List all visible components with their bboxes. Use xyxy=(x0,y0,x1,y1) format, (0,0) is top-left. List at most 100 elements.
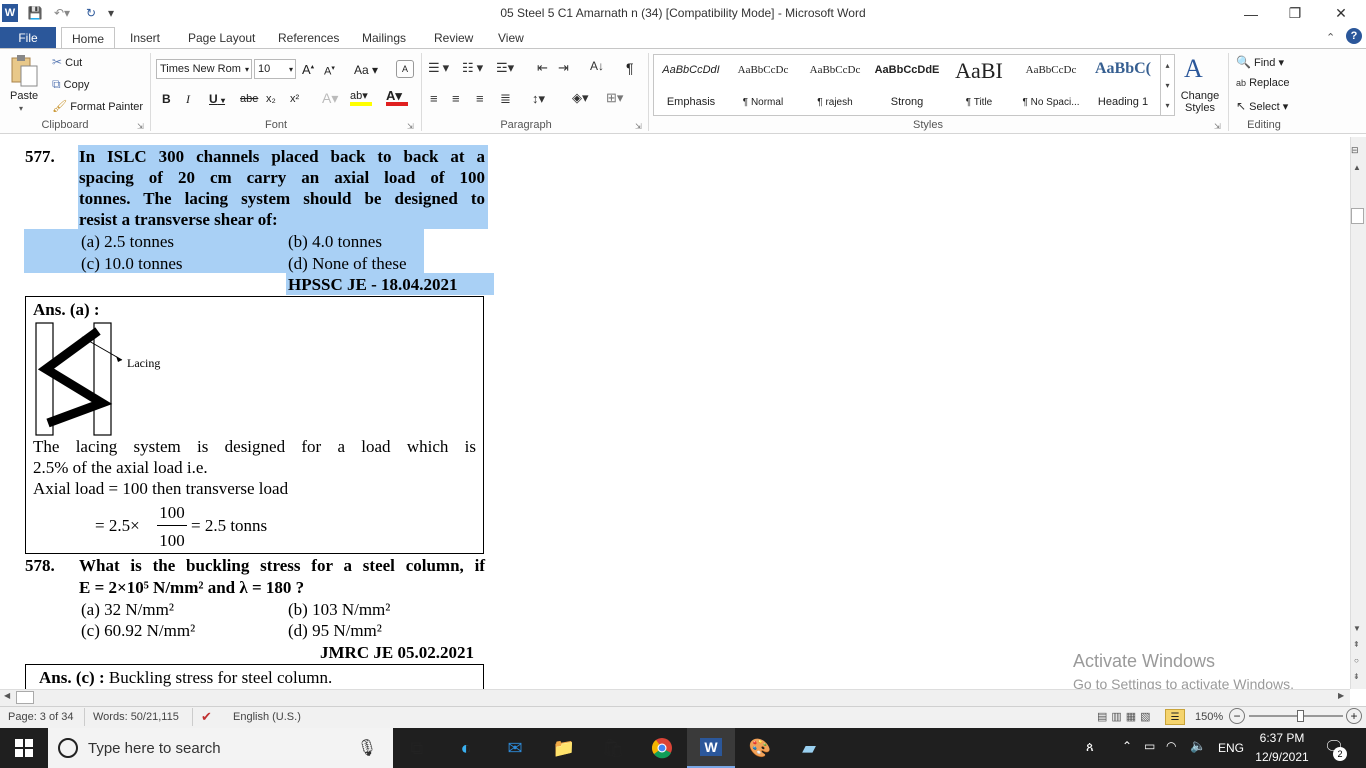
paste-dropdown-icon[interactable]: ▾ xyxy=(19,104,23,113)
highlight-color-icon[interactable]: ab▾ xyxy=(350,89,372,107)
app-icon[interactable]: ▰ xyxy=(785,728,833,768)
horizontal-scrollbar[interactable] xyxy=(0,689,1350,706)
font-size-combo[interactable]: 10 ▾ xyxy=(254,59,296,79)
proofing-icon[interactable]: ✔ xyxy=(201,709,212,725)
store-icon[interactable]: 🛍 xyxy=(589,728,637,768)
font-launcher-icon[interactable]: ⇲ xyxy=(407,122,414,131)
replace-button[interactable]: ab Replace xyxy=(1236,77,1289,89)
font-family-combo[interactable]: Times New Rom ▾ xyxy=(156,59,252,79)
file-explorer-icon[interactable]: 📁 xyxy=(540,728,588,768)
change-case-button[interactable]: Aa ▾ xyxy=(354,63,378,77)
tab-references[interactable]: References xyxy=(268,27,349,49)
grow-font-button[interactable]: A▴ xyxy=(302,62,314,77)
scroll-left-icon[interactable]: ◀ xyxy=(4,691,10,700)
align-left-icon[interactable]: ≡ xyxy=(430,91,438,106)
zoom-level[interactable]: 150% xyxy=(1195,711,1223,723)
sort-icon[interactable]: A↓ xyxy=(590,59,604,73)
copy-button[interactable]: ⧉ Copy xyxy=(52,77,89,92)
horizontal-scroll-thumb[interactable] xyxy=(16,691,34,704)
task-view-icon[interactable]: ⧉ xyxy=(393,728,441,768)
paint-icon[interactable]: 🎨 xyxy=(736,728,784,768)
increase-indent-icon[interactable]: ⇥ xyxy=(558,60,569,76)
italic-button[interactable]: I xyxy=(186,92,190,107)
scroll-right-icon[interactable]: ▶ xyxy=(1338,691,1344,700)
styles-scroll[interactable]: ▴ ▾ ▾ xyxy=(1160,55,1174,115)
people-icon[interactable]: ጰ xyxy=(1086,739,1094,755)
style-no-spacing[interactable]: AaBbCcDc ¶ No Spaci... xyxy=(1016,56,1086,114)
format-painter-button[interactable]: 🖌 Format Painter xyxy=(52,99,143,113)
minimize-ribbon-icon[interactable]: ⌃ xyxy=(1326,31,1335,44)
taskbar-search-box[interactable]: Type here to search 🎙 xyxy=(48,728,393,768)
tab-page-layout[interactable]: Page Layout xyxy=(178,27,265,49)
word-count[interactable]: Words: 50/21,115 xyxy=(93,711,179,723)
input-language[interactable]: ENG xyxy=(1218,741,1244,755)
style-rajesh[interactable]: AaBbCcDc ¶ rajesh xyxy=(800,56,870,114)
tab-review[interactable]: Review xyxy=(424,27,483,49)
clear-formatting-icon[interactable]: A xyxy=(396,60,414,78)
paragraph-launcher-icon[interactable]: ⇲ xyxy=(635,122,642,131)
align-right-icon[interactable]: ≡ xyxy=(476,91,484,106)
scroll-down-icon[interactable]: ▼ xyxy=(1353,624,1361,633)
paste-label[interactable]: Paste xyxy=(10,90,38,102)
line-spacing-icon[interactable]: ↕▾ xyxy=(532,91,545,107)
tab-file[interactable]: File xyxy=(0,27,56,48)
help-icon[interactable]: ? xyxy=(1346,28,1362,44)
tab-view[interactable]: View xyxy=(488,27,534,49)
tab-insert[interactable]: Insert xyxy=(120,27,170,49)
find-button[interactable]: 🔍 Find ▾ xyxy=(1236,55,1284,69)
subscript-button[interactable]: x₂ xyxy=(266,93,276,105)
tab-home[interactable]: Home xyxy=(61,27,116,49)
chevron-up-icon[interactable]: ⌃ xyxy=(1122,739,1132,753)
align-center-icon[interactable]: ≡ xyxy=(452,91,460,106)
battery-icon[interactable]: ▭ xyxy=(1144,739,1155,753)
view-buttons[interactable]: ▤▥▦▧ xyxy=(1097,710,1155,723)
decrease-indent-icon[interactable]: ⇤ xyxy=(537,60,548,76)
change-styles-icon[interactable]: A xyxy=(1184,54,1216,86)
borders-icon[interactable]: ⊞▾ xyxy=(606,90,623,106)
scroll-up-icon[interactable]: ▲ xyxy=(1353,163,1361,172)
font-color-icon[interactable]: A▾ xyxy=(386,89,408,107)
style-strong[interactable]: AaBbCcDdE Strong xyxy=(872,56,942,114)
word-taskbar-icon[interactable]: W xyxy=(687,728,735,768)
select-button[interactable]: ↖ Select ▾ xyxy=(1236,99,1288,113)
vertical-scroll-thumb[interactable] xyxy=(1351,208,1364,224)
mail-icon[interactable]: ✉ xyxy=(491,728,539,768)
windows-start-icon[interactable] xyxy=(0,728,48,768)
superscript-button[interactable]: x² xyxy=(290,93,299,105)
previous-page-icon[interactable]: ⇞ xyxy=(1353,640,1360,649)
paste-icon[interactable] xyxy=(8,54,40,88)
chrome-icon[interactable] xyxy=(638,728,686,768)
style-normal[interactable]: AaBbCcDc ¶ Normal xyxy=(728,56,798,114)
bold-button[interactable]: B xyxy=(162,92,171,106)
edge-icon[interactable]: ◐ xyxy=(442,728,490,768)
draft-view-icon[interactable]: ☰ xyxy=(1165,709,1185,725)
tab-mailings[interactable]: Mailings xyxy=(352,27,416,49)
zoom-slider-thumb[interactable] xyxy=(1297,710,1304,722)
language-indicator[interactable]: English (U.S.) xyxy=(233,711,301,723)
numbering-icon[interactable]: ☷▾ xyxy=(462,60,486,76)
style-heading-1[interactable]: AaBbC(Heading 1 xyxy=(1088,56,1158,114)
wifi-icon[interactable]: ◠ xyxy=(1166,739,1176,753)
cut-button[interactable]: ✂ Cut xyxy=(52,55,82,69)
restore-button[interactable]: ❐ xyxy=(1272,0,1318,27)
microphone-icon[interactable]: 🎙 xyxy=(357,738,377,758)
document-area[interactable]: 577. In ISLC 300 channels placed back to… xyxy=(0,137,1350,689)
show-formatting-button[interactable]: ¶ xyxy=(626,60,634,76)
justify-icon[interactable]: ≣ xyxy=(500,91,511,107)
page-count[interactable]: Page: 3 of 34 xyxy=(8,711,73,723)
clock-time[interactable]: 6:37 PM xyxy=(1254,731,1310,745)
zoom-in-icon[interactable]: + xyxy=(1346,708,1362,724)
strikethrough-button[interactable]: abe xyxy=(240,93,258,105)
style-emphasis[interactable]: AaBbCcDdI Emphasis xyxy=(656,56,726,114)
next-page-icon[interactable]: ⇟ xyxy=(1353,672,1360,681)
volume-icon[interactable]: 🔈 xyxy=(1190,738,1206,754)
clock-date[interactable]: 12/9/2021 xyxy=(1254,750,1310,764)
multilevel-list-icon[interactable]: ☲▾ xyxy=(496,60,514,76)
shrink-font-button[interactable]: A▾ xyxy=(324,64,335,78)
shading-icon[interactable]: ◈▾ xyxy=(572,90,589,106)
select-browse-object-icon[interactable]: ○ xyxy=(1354,656,1359,665)
close-button[interactable]: ✕ xyxy=(1318,0,1364,27)
style-title[interactable]: AaBI ¶ Title xyxy=(944,56,1014,114)
ruler-toggle-icon[interactable]: ⊟ xyxy=(1351,145,1359,156)
change-styles-label[interactable]: Change Styles xyxy=(1180,90,1220,114)
